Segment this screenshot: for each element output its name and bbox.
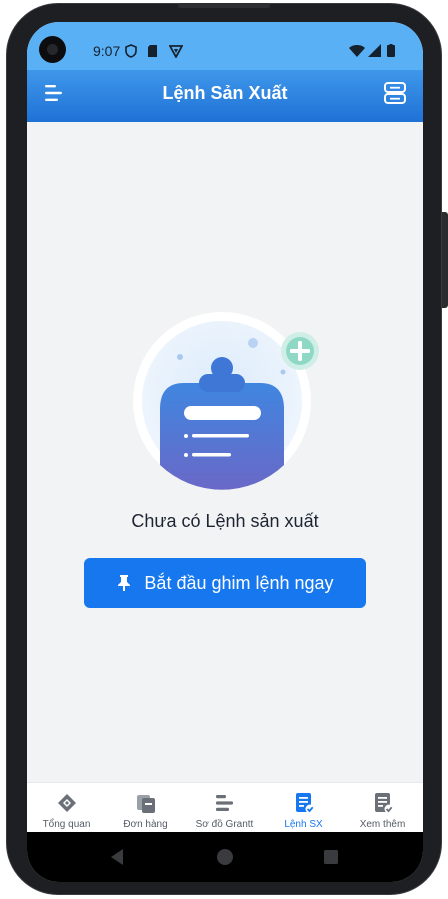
tab-label: Đơn hàng <box>123 819 168 830</box>
status-time: 9:07 <box>93 43 121 59</box>
bottom-tab-bar: Tổng quan Đơn hàng Sơ đồ Grantt Lệnh SX … <box>27 782 423 833</box>
screen: 9:07 Lệnh Sản Xuất Chưa có Lệnh sản xuất… <box>27 22 423 882</box>
menu-icon[interactable] <box>43 82 67 104</box>
front-camera <box>39 36 66 63</box>
tab-tong-quan[interactable]: Tổng quan <box>27 783 106 833</box>
shield-icon <box>125 44 137 58</box>
back-icon[interactable] <box>108 847 128 867</box>
recents-icon[interactable] <box>322 848 340 866</box>
orders-icon <box>136 795 155 813</box>
signal-icon <box>368 44 381 57</box>
side-button <box>442 212 448 308</box>
start-pin-order-label: Bắt đầu ghim lệnh ngay <box>144 572 334 593</box>
wifi-icon <box>349 45 365 57</box>
tab-xem-them[interactable]: Xem thêm <box>343 783 422 833</box>
empty-clipboard-illustration <box>133 312 319 490</box>
tab-label: Xem thêm <box>359 819 406 830</box>
sd-card-icon <box>148 45 157 57</box>
database-icon[interactable] <box>382 80 408 106</box>
diamond-icon <box>57 794 76 812</box>
tab-so-do-grantt[interactable]: Sơ đồ Grantt <box>185 783 264 833</box>
more-list-icon <box>374 793 393 814</box>
empty-state-message: Chưa có Lệnh sản xuất <box>131 511 319 531</box>
tab-label: Sơ đồ Grantt <box>195 819 254 830</box>
start-pin-order-button[interactable]: Bắt đầu ghim lệnh ngay <box>84 558 366 608</box>
tab-lenh-sx[interactable]: Lệnh SX <box>264 783 343 833</box>
phone-frame: 9:07 Lệnh Sản Xuất Chưa có Lệnh sản xuất… <box>0 0 448 899</box>
tab-label: Lệnh SX <box>284 819 323 830</box>
gantt-icon <box>215 795 233 811</box>
battery-icon <box>387 44 395 57</box>
vpn-icon <box>169 45 183 58</box>
production-order-icon <box>295 793 314 814</box>
home-icon[interactable] <box>215 847 235 867</box>
tab-don-hang[interactable]: Đơn hàng <box>106 783 185 833</box>
page-title: Lệnh Sản Xuất <box>162 83 288 103</box>
system-nav-bar <box>27 832 423 882</box>
pin-icon <box>118 575 131 591</box>
tab-label: Tổng quan <box>42 819 91 830</box>
speaker-slit <box>178 3 270 8</box>
